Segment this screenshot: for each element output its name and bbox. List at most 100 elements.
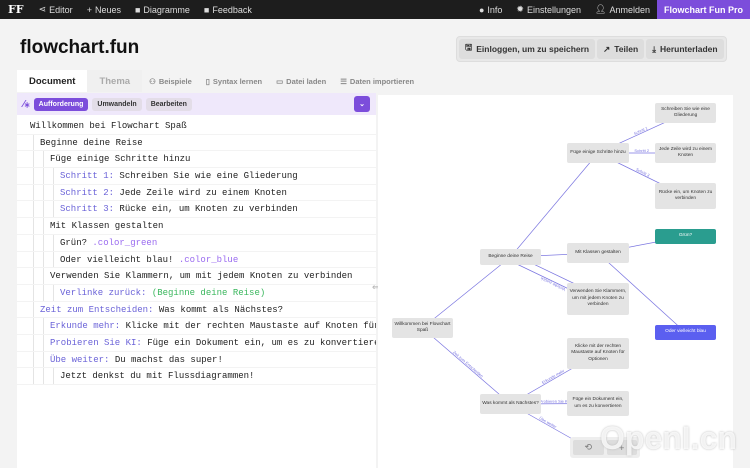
user-icon: 👤︎ <box>595 4 607 14</box>
download-icon: ⤓ <box>652 43 656 54</box>
logo[interactable]: FF <box>0 0 32 19</box>
nav-info-label: Info <box>487 4 503 15</box>
graph-canvas[interactable]: Schritt 1 Schritt 2 Schritt 3 Verlinke zurü… <box>378 95 733 468</box>
indent-guide <box>33 151 34 168</box>
syntax-label: Syntax lernen <box>212 76 263 86</box>
floppy-icon: 🖫 <box>465 42 473 52</box>
edge-label: Verlinke zurück <box>540 276 567 292</box>
code-line[interactable]: Schritt 1: Schreiben Sie wie eine Gliede… <box>17 168 376 185</box>
save-button[interactable]: 🖫 Einloggen, um zu speichern <box>459 39 596 59</box>
edge-label: Schritt 1 <box>633 125 649 136</box>
graph-edge <box>510 152 599 258</box>
code-line[interactable]: Füge einige Schritte hinzu <box>17 151 376 169</box>
indent-guide <box>33 351 34 368</box>
import-data-link[interactable]: ☰ Daten importieren <box>333 77 421 86</box>
load-file-link[interactable]: ▭ Datei laden <box>269 77 333 86</box>
edge-label: Erkunde mehr <box>541 368 566 385</box>
code-token: Jede Zeile wird zu einem Knoten <box>114 187 287 198</box>
examples-label: Beispiele <box>158 76 192 86</box>
info-icon: ● <box>478 4 485 15</box>
download-button[interactable]: ⤓ Herunterladen <box>646 39 724 59</box>
nav-info[interactable]: ● Info <box>472 0 509 19</box>
magic-wand-icon: ⁄⁎ <box>23 98 30 110</box>
nav-feedback[interactable]: ■ Feedback <box>197 0 259 19</box>
prompt-tab-ask[interactable]: Aufforderung <box>33 97 89 111</box>
prompt-tab-edit[interactable]: Bearbeiten <box>145 97 192 111</box>
code-line[interactable]: Jetzt denkst du mit Flussdiagrammen! <box>17 368 376 385</box>
code-line[interactable]: Zeit zum Entscheiden: Was kommt als Näch… <box>17 301 376 319</box>
code-line[interactable]: Probieren Sie KI: Füge ein Dokument ein,… <box>17 334 376 352</box>
graph-node-s2[interactable]: Jede Zeile wird zu einem Knoten <box>655 143 716 163</box>
code-line[interactable]: Verwenden Sie Klammern, um mit jedem Kno… <box>17 268 376 285</box>
indent-guide <box>33 134 34 151</box>
code-token: Schritt 1: <box>60 171 115 182</box>
graph-node-s3[interactable]: Rücke ein, um Knoten zu verbinden <box>655 183 716 209</box>
syntax-link[interactable]: ▯ Syntax lernen <box>199 77 269 86</box>
code-line[interactable]: Oder vielleicht blau! .color_blue <box>17 251 376 269</box>
save-label: Einloggen, um zu speichern <box>476 44 590 54</box>
indent-guide <box>33 201 34 218</box>
graph-node-blue[interactable]: Oder vielleicht blau <box>655 325 716 340</box>
indent-guide <box>43 218 44 234</box>
graph-node-s1[interactable]: Schreiben Sie wie eine Gliederung <box>655 103 716 123</box>
indent-guide <box>33 268 34 284</box>
code-token: Du machst das super! <box>109 354 223 365</box>
page-title: flowchart.fun <box>20 37 140 58</box>
code-token: Füge ein Dokument ein, um es zu konverti… <box>141 337 376 348</box>
graph-node-ai[interactable]: Füge ein Dokument ein, um es zu konverti… <box>567 391 629 416</box>
graph-node-steps[interactable]: Füge einige Schritte hinzu <box>567 143 629 163</box>
tab-document[interactable]: Document <box>17 70 88 92</box>
indent-guide <box>33 218 34 234</box>
edge-label: Zeit zum Entscheiden <box>452 350 484 379</box>
chat-icon: ■ <box>203 4 210 15</box>
code-token: Rücke ein, um Knoten zu verbinden <box>114 204 298 215</box>
folder-open-icon: ▭ <box>276 76 284 86</box>
code-line[interactable]: Übe weiter: Du machst das super! <box>17 351 376 369</box>
code-line[interactable]: Schritt 3: Rücke ein, um Knoten zu verbi… <box>17 201 376 219</box>
pro-button[interactable]: Flowchart Fun Pro <box>656 0 750 19</box>
graph-node-next[interactable]: Was kommt als Nächstes? <box>480 394 541 414</box>
code-line[interactable]: Verlinke zurück: (Beginne deine Reise) <box>17 284 376 302</box>
graph-node-brackets[interactable]: Verwenden Sie Klammern, um mit jedem Kno… <box>567 283 629 315</box>
nav-new[interactable]: + Neues <box>80 0 128 19</box>
refresh-icon[interactable]: ⟲ <box>573 440 604 455</box>
indent-guide <box>33 184 34 201</box>
canvas-scrollbar[interactable] <box>733 95 750 468</box>
graph-node-classes[interactable]: Mit Klassen gestalten <box>567 243 629 263</box>
examples-icon: ⚇ <box>149 76 156 86</box>
code-token: Füge einige Schritte hinzu <box>50 154 191 165</box>
indent-guide <box>43 234 44 251</box>
graph-node-green[interactable]: Grün? <box>655 229 716 244</box>
nav-login[interactable]: 👤︎ Anmelden <box>588 0 657 19</box>
code-token: Schreiben Sie wie eine Gliederung <box>114 171 298 182</box>
graph-node-explore[interactable]: Klicke mit der rechten Maustaste auf Kno… <box>567 338 629 369</box>
download-label: Herunterladen <box>659 44 718 54</box>
graph-node-welcome[interactable]: Willkommen bei Flowchart Spaß <box>392 318 453 338</box>
examples-link[interactable]: ⚇ Beispiele <box>142 77 199 86</box>
graph-node-start[interactable]: Beginne deine Reise <box>480 249 541 265</box>
code-token: Schritt 2: <box>60 187 115 198</box>
indent-guide <box>53 234 54 251</box>
nav-charts[interactable]: ■ Diagramme <box>128 0 197 19</box>
chevron-down-icon[interactable]: ⌄ <box>354 96 370 112</box>
nav-feedback-label: Feedback <box>212 4 252 15</box>
tab-theme[interactable]: Thema <box>87 70 143 92</box>
share-button[interactable]: ↗ Teilen <box>597 39 645 59</box>
indent-guide <box>43 184 44 201</box>
code-line[interactable]: Willkommen bei Flowchart Spaß <box>17 118 376 135</box>
code-line[interactable]: Mit Klassen gestalten <box>17 218 376 235</box>
nav-settings[interactable]: ✹ Einstellungen <box>509 0 588 19</box>
prompt-tab-convert[interactable]: Umwandeln <box>92 97 142 111</box>
code-token: Beginne deine Reise <box>40 137 143 148</box>
code-token: Übe weiter: <box>50 354 110 365</box>
code-line[interactable]: Erkunde mehr: Klicke mit der rechten Mau… <box>17 318 376 335</box>
indent-guide <box>43 318 44 334</box>
code-line[interactable]: Grün? .color_green <box>17 234 376 252</box>
code-editor[interactable]: Willkommen bei Flowchart Spaß Beginne dei… <box>17 115 376 385</box>
gear-icon: ✹ <box>516 4 524 14</box>
indent-guide <box>33 318 34 334</box>
code-line[interactable]: Beginne deine Reise <box>17 134 376 152</box>
indent-guide <box>43 201 44 218</box>
nav-editor[interactable]: ⋖ Editor <box>32 0 80 19</box>
code-line[interactable]: Schritt 2: Jede Zeile wird zu einem Knot… <box>17 184 376 202</box>
